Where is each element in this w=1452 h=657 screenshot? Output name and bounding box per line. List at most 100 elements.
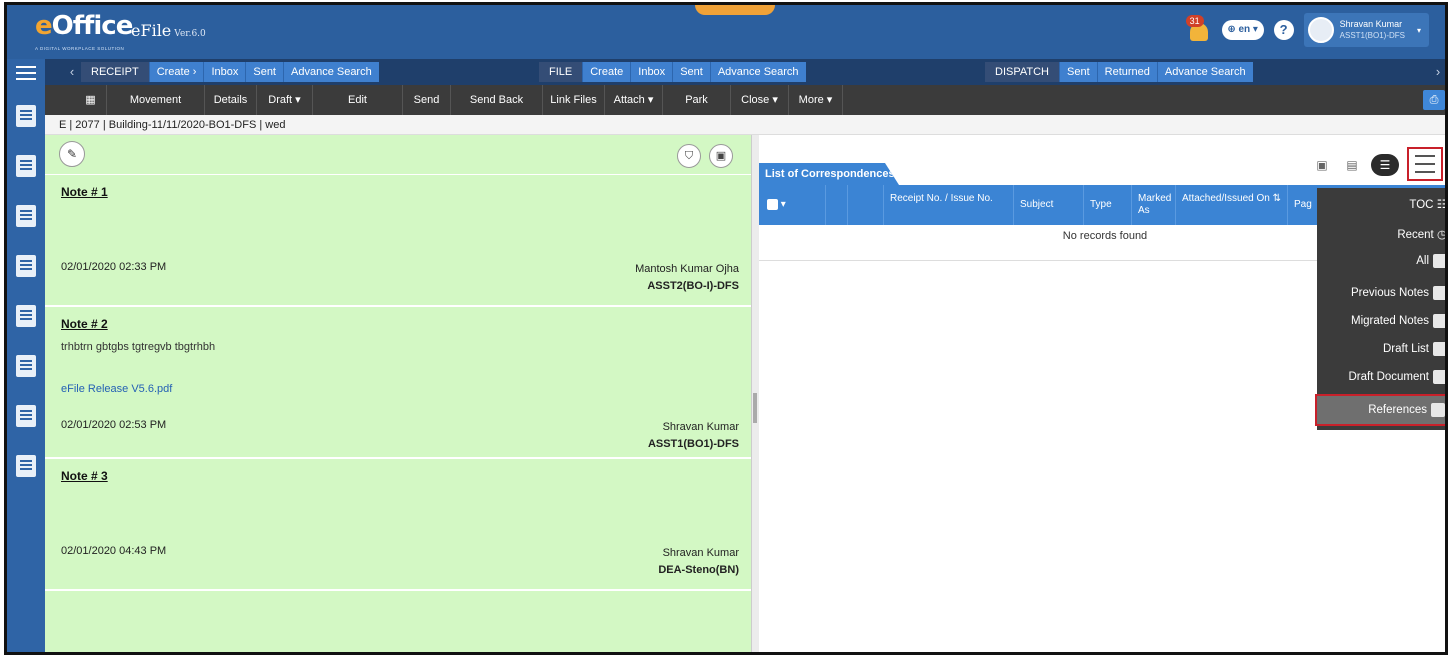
close-dropdown[interactable]: Close ▾ <box>731 85 789 115</box>
receipt-create[interactable]: Create › <box>148 62 204 82</box>
app-window: eOffice A DIGITAL WORKPLACE SOLUTION eFi… <box>4 2 1448 655</box>
dispatch-advance-search[interactable]: Advance Search <box>1156 62 1253 82</box>
note-title: Note # 2 <box>61 317 108 331</box>
scroll-right-icon[interactable]: › <box>1429 59 1445 85</box>
avatar <box>1307 17 1334 43</box>
efile-module-icon[interactable] <box>13 103 39 129</box>
help-icon[interactable]: ? <box>1273 20 1294 40</box>
file-view-icon[interactable]: ▦ <box>75 85 107 115</box>
notesheet-panel: ✎ ⛉ ▣ Note # 1 02/01/2020 02:33 PM Manto… <box>45 135 751 652</box>
user-name: Shravan Kumar <box>1339 19 1403 29</box>
menu-item-toc[interactable]: TOC ☷ <box>1409 192 1447 218</box>
park-button[interactable]: Park <box>663 85 731 115</box>
menu-toggle-icon[interactable] <box>16 66 36 80</box>
menu-item-all[interactable]: All <box>1416 248 1445 274</box>
menu-item-recent[interactable]: Recent ◷ <box>1397 222 1445 248</box>
menu-item-label: Recent <box>1397 229 1434 241</box>
note-edit-icon <box>1433 285 1445 300</box>
more-dropdown[interactable]: More ▾ <box>789 85 843 115</box>
correspondence-tab[interactable]: List of Correspondences <box>759 163 899 185</box>
filter-icon[interactable]: ⛉ <box>677 144 701 168</box>
write-note-icon[interactable]: ✎ <box>59 141 85 167</box>
note-signer-role: ASST1(BO1)-DFS <box>647 438 739 450</box>
column-subject[interactable]: Subject <box>1013 185 1083 225</box>
hamburger-menu-icon[interactable] <box>1407 147 1443 181</box>
note-signer-name: Mantosh Kumar Ojha <box>635 263 739 275</box>
print-icon[interactable]: ⎙ <box>1423 90 1445 110</box>
note-date: 02/01/2020 02:53 PM <box>61 419 167 431</box>
pdf-icon <box>1433 253 1445 268</box>
column-attached-on[interactable]: Attached/Issued On ⇅ <box>1175 185 1287 225</box>
user-menu[interactable]: Shravan Kumar ASST1(BO1)-DFS ▾ <box>1303 13 1429 47</box>
menu-item-label: All <box>1416 255 1429 267</box>
notification-badge: 31 <box>1185 15 1204 27</box>
column-marked-as[interactable]: Marked As <box>1131 185 1175 225</box>
knowledge-icon[interactable] <box>13 303 39 329</box>
draft-dropdown[interactable]: Draft ▾ <box>257 85 313 115</box>
receipt-sent[interactable]: Sent <box>245 62 283 82</box>
app-title: eFile Ver.6.0 <box>131 21 206 40</box>
note-date: 02/01/2020 04:43 PM <box>61 545 167 557</box>
edit-button[interactable]: Edit <box>313 85 403 115</box>
menu-item-references[interactable]: References <box>1315 394 1445 426</box>
menu-item-draft-list[interactable]: Draft List <box>1382 336 1445 362</box>
menu-item-migrated-notes[interactable]: Migrated Notes <box>1351 308 1445 334</box>
column-type[interactable]: Type <box>1083 185 1131 225</box>
file-create[interactable]: Create <box>582 62 631 82</box>
note-signer-name: Shravan Kumar <box>662 421 739 433</box>
eoffice-logo[interactable]: eOffice A DIGITAL WORKPLACE SOLUTION <box>35 11 133 51</box>
notesheet-toolbar: ✎ ⛉ ▣ <box>45 135 751 175</box>
link-files-button[interactable]: Link Files <box>543 85 605 115</box>
view-controls: ▣ ▤ ☰ <box>1311 147 1443 181</box>
menu-item-label: Draft List <box>1382 343 1429 355</box>
file-manager-icon[interactable] <box>13 153 39 179</box>
menu-item-label: Draft Document <box>1348 371 1429 383</box>
dispatch-returned[interactable]: Returned <box>1096 62 1157 82</box>
top-pull-tab[interactable] <box>695 5 775 15</box>
dispatch-sent[interactable]: Sent <box>1059 62 1097 82</box>
language-selector[interactable]: ⊕ en ▾ <box>1221 20 1264 40</box>
notification-bell-icon[interactable]: 31 <box>1185 15 1212 45</box>
attach-dropdown[interactable]: Attach ▾ <box>605 85 663 115</box>
app-version: Ver.6.0 <box>174 29 206 39</box>
document-view-icon[interactable]: ▤ <box>1341 154 1363 176</box>
receipt-inbox[interactable]: Inbox <box>203 62 246 82</box>
print-view-icon[interactable]: ▣ <box>1311 154 1333 176</box>
send-button[interactable]: Send <box>403 85 451 115</box>
note-date: 02/01/2020 02:33 PM <box>61 261 167 273</box>
details-button[interactable]: Details <box>205 85 257 115</box>
file-sent[interactable]: Sent <box>672 62 710 82</box>
menu-item-draft-document[interactable]: Draft Document <box>1348 364 1445 390</box>
receipt-advance-search[interactable]: Advance Search <box>283 62 379 82</box>
toc-icon: ☷ <box>1436 199 1447 211</box>
collaboration-icon[interactable] <box>13 353 39 379</box>
note-signature: Shravan Kumar DEA-Steno(BN) <box>658 545 739 579</box>
scroll-left-icon[interactable]: ‹ <box>63 59 81 85</box>
left-rail <box>7 59 45 652</box>
note-signer-role: ASST2(BO-I)-DFS <box>647 280 739 292</box>
column-receipt-no[interactable]: Receipt No. / Issue No. <box>883 185 1013 225</box>
select-all-checkbox[interactable]: ▾ <box>759 185 825 225</box>
list-view-icon[interactable]: ☰ <box>1371 154 1399 176</box>
panel-splitter[interactable] <box>751 135 759 652</box>
note-card: Note # 3 02/01/2020 04:43 PM Shravan Kum… <box>45 459 751 591</box>
menu-item-label: Migrated Notes <box>1351 315 1429 327</box>
send-back-button[interactable]: Send Back <box>451 85 543 115</box>
note-card: Note # 1 02/01/2020 02:33 PM Mantosh Kum… <box>45 175 751 307</box>
user-settings-icon[interactable] <box>13 453 39 479</box>
file-toolbar: ▦ Movement Details Draft ▾ Edit Send Sen… <box>45 85 1445 115</box>
notification-module-icon[interactable] <box>13 403 39 429</box>
dak-mail-icon[interactable] <box>13 203 39 229</box>
app-header: eOffice A DIGITAL WORKPLACE SOLUTION eFi… <box>7 5 1445 59</box>
note-body: trhbtrn gbtgbs tgtregvb tbgtrhbh <box>61 341 216 353</box>
menu-item-label: References <box>1368 404 1427 416</box>
movement-button[interactable]: Movement <box>107 85 205 115</box>
document-upload-icon[interactable] <box>13 253 39 279</box>
menu-item-previous-notes[interactable]: Previous Notes <box>1351 280 1445 306</box>
app-title-text: eFile <box>131 21 172 40</box>
file-inbox[interactable]: Inbox <box>630 62 673 82</box>
note-attachment-link[interactable]: eFile Release V5.6.pdf <box>61 383 172 395</box>
print-note-icon[interactable]: ▣ <box>709 144 733 168</box>
file-advance-search[interactable]: Advance Search <box>709 62 806 82</box>
note-signer-name: Shravan Kumar <box>662 547 739 559</box>
